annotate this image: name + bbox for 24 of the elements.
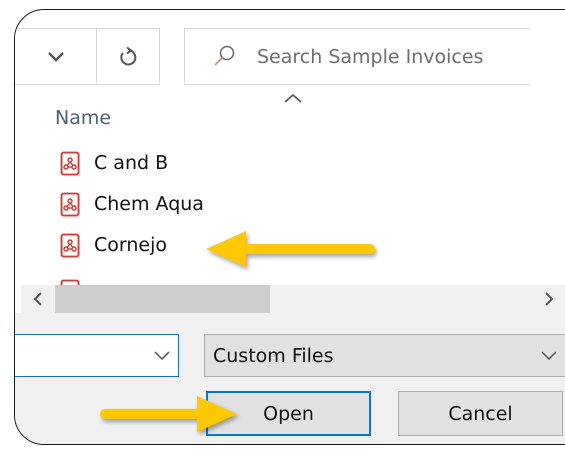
file-item[interactable]: C and B: [60, 149, 172, 177]
search-icon: [212, 44, 236, 68]
refresh-button[interactable]: [97, 28, 160, 85]
horizontal-scrollbar[interactable]: [21, 285, 565, 313]
chevron-down-icon: [541, 351, 557, 360]
chevron-down-icon: [154, 351, 170, 360]
refresh-icon: [119, 46, 137, 66]
scrollbar-thumb[interactable]: [55, 285, 270, 313]
sort-caret-icon: [283, 93, 303, 103]
scroll-right-icon[interactable]: [544, 292, 554, 306]
pdf-file-icon: [60, 150, 80, 176]
pdf-file-icon: [60, 279, 80, 285]
file-type-dropdown[interactable]: Custom Files: [204, 334, 565, 377]
open-button[interactable]: Open: [206, 391, 371, 436]
search-field[interactable]: Search Sample Invoices: [184, 28, 530, 85]
file-name-field[interactable]: [15, 334, 179, 377]
file-item[interactable]: Cornejo: [60, 231, 172, 259]
pdf-file-icon: [60, 192, 80, 216]
file-item[interactable]: Chem Aqua: [60, 190, 208, 218]
chevron-down-icon: [46, 51, 64, 62]
scroll-left-icon[interactable]: [33, 292, 43, 306]
name-column-header[interactable]: Name: [55, 107, 112, 129]
cancel-button[interactable]: Cancel: [398, 391, 563, 436]
pdf-file-icon: [60, 232, 80, 258]
